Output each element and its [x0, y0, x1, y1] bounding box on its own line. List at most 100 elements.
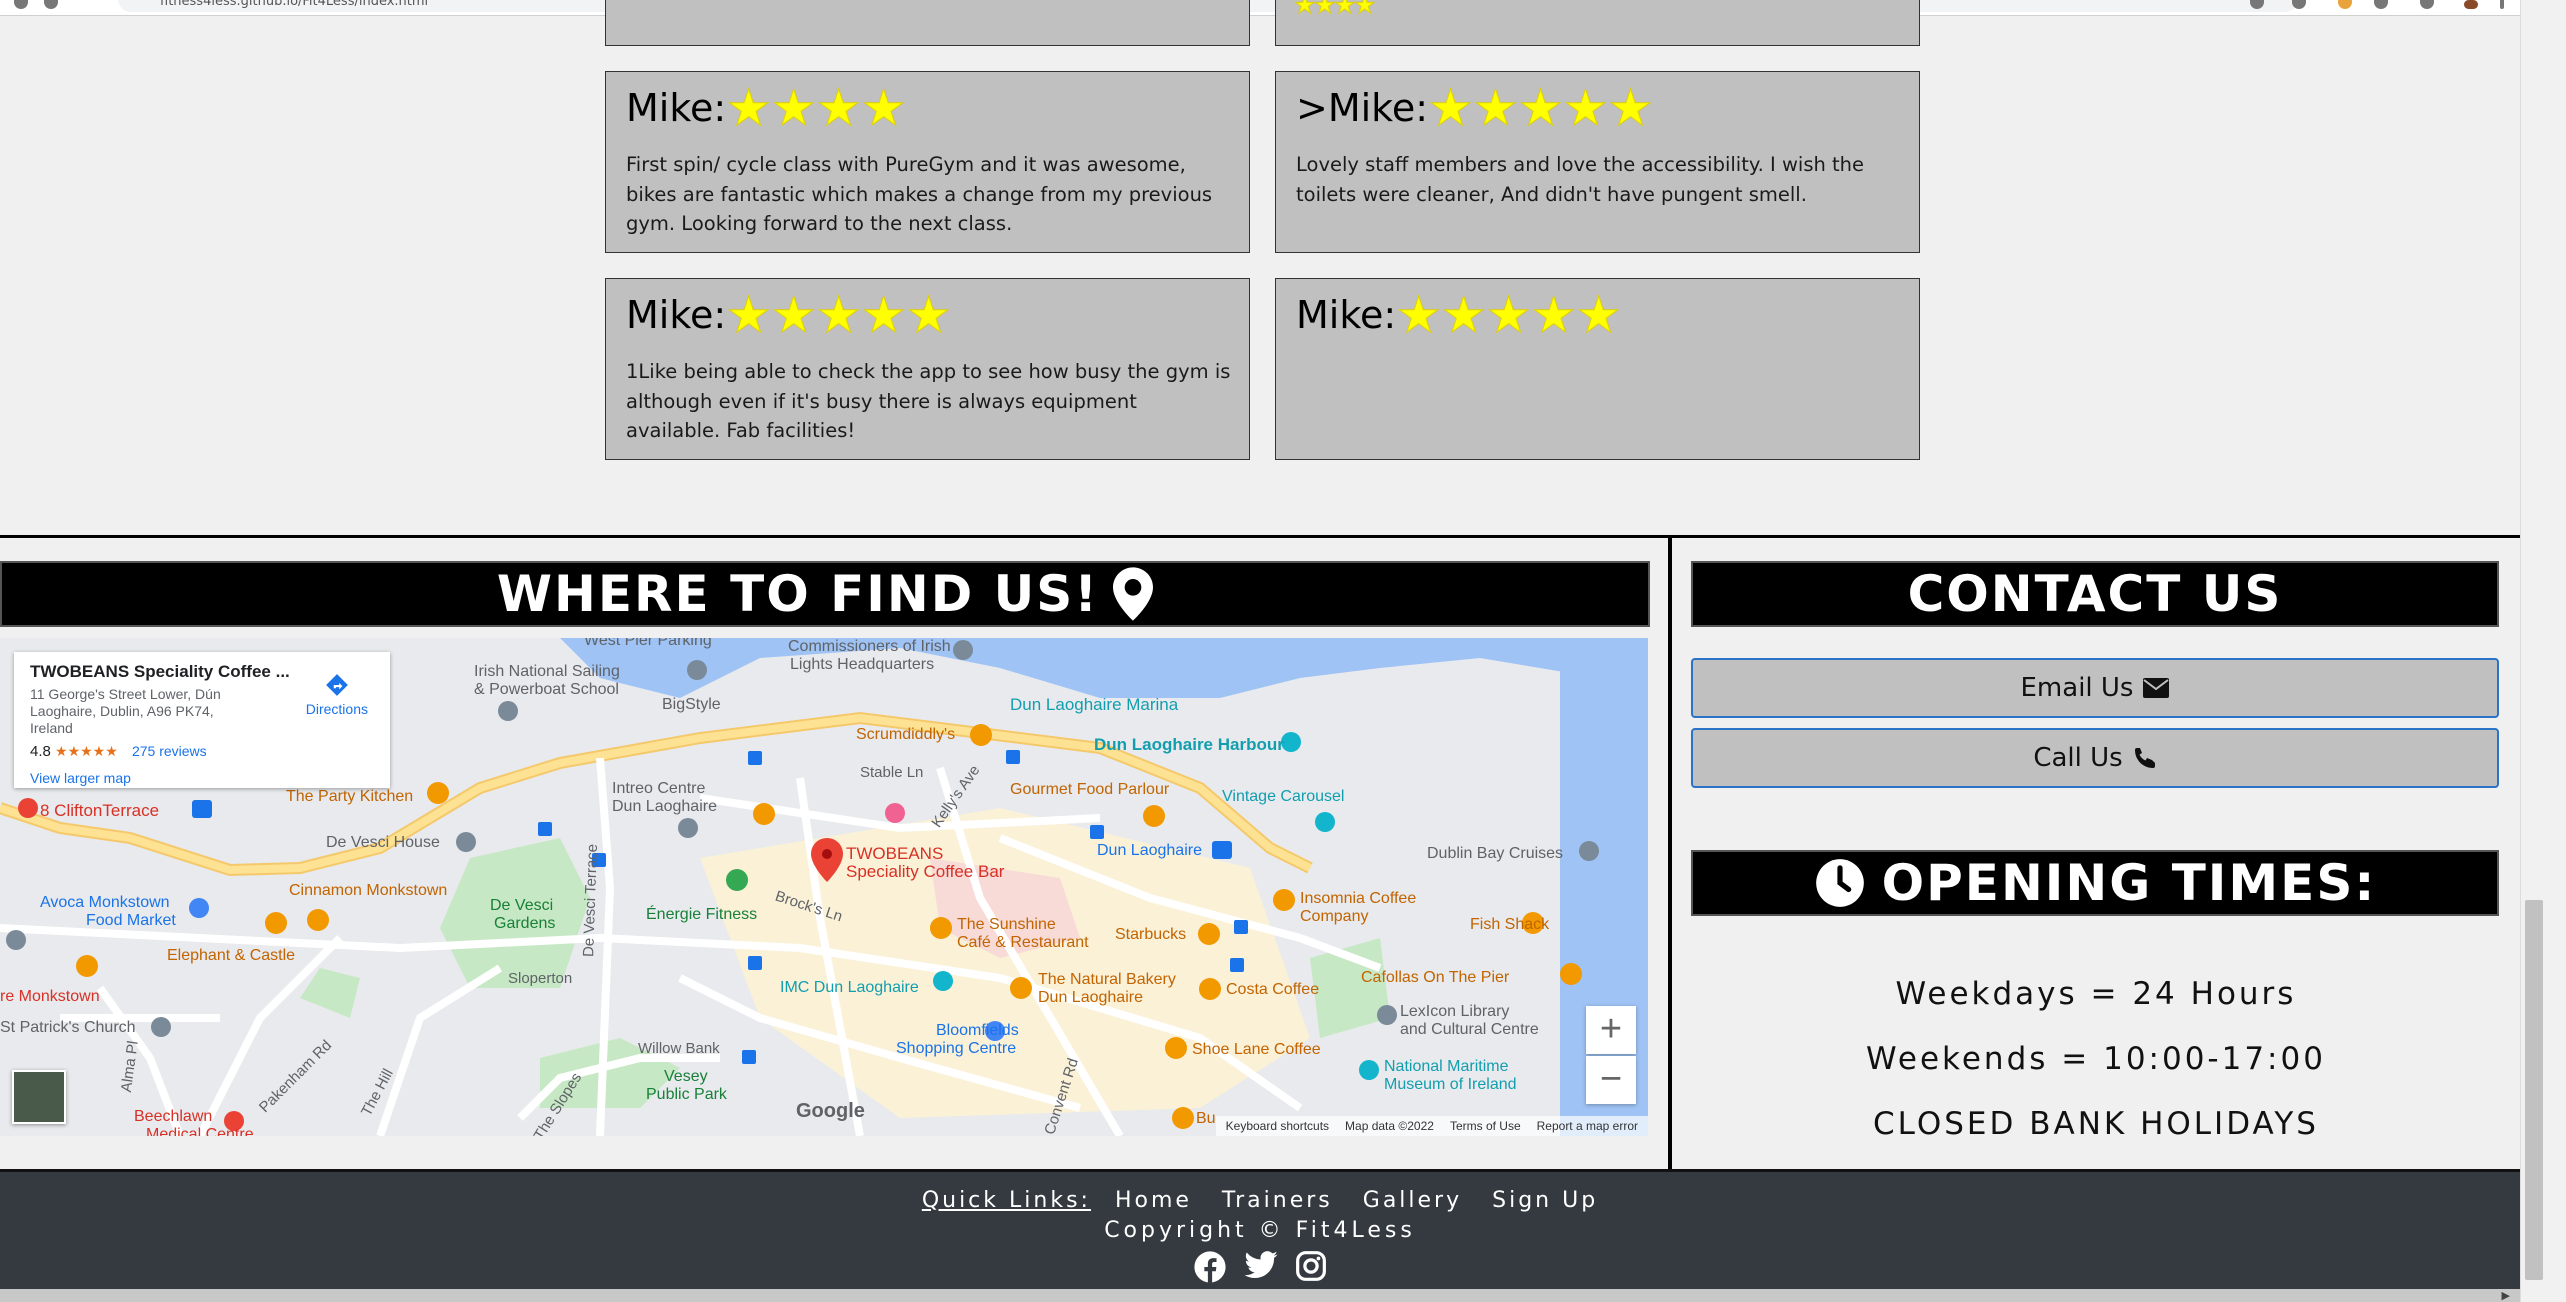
map-label: Starbucks: [1115, 926, 1187, 943]
extensions-puzzle-icon[interactable]: [2374, 0, 2388, 9]
star-icon: ★: [816, 285, 862, 344]
back-icon[interactable]: [14, 0, 28, 9]
map-label: & Powerboat School: [474, 681, 619, 698]
place-rating: 4.8 ★★★★★ 275 reviews: [30, 743, 374, 760]
review-card: Mike: ★ ★ ★ ★ ★: [1275, 278, 1920, 460]
pin-label: TWOBEANS: [846, 844, 944, 863]
map-label: Dun Laoghaire: [1097, 842, 1202, 859]
social-links: [0, 1250, 2520, 1284]
star-icon: ★: [1441, 285, 1487, 344]
copyright: Copyright © Fit4Less: [1104, 1218, 1416, 1243]
quick-links: Quick Links: Home Trainers Gallery Sign …: [0, 1188, 2520, 1213]
map-label: Scrumdiddly's: [856, 726, 956, 743]
scroll-right-icon[interactable]: ▶: [2502, 1289, 2510, 1302]
map-label: Insomnia Coffee: [1300, 890, 1417, 907]
bookmark-star-icon[interactable]: [2292, 0, 2306, 9]
map-label: Vintage Carousel: [1222, 788, 1345, 805]
report-error-link[interactable]: Report a map error: [1537, 1119, 1638, 1133]
call-us-button[interactable]: Call Us: [1691, 728, 2499, 788]
star-icon: ★: [771, 78, 817, 137]
menu-kebab-icon[interactable]: [2500, 0, 2504, 9]
review-stars: ★ ★ ★ ★ ★: [726, 285, 952, 344]
footer-link-gallery[interactable]: Gallery: [1363, 1188, 1462, 1213]
star-icon: ★: [1563, 78, 1609, 137]
contact-title: CONTACT US: [1907, 565, 2283, 623]
find-us-title: WHERE TO FIND US!: [496, 565, 1100, 623]
review-text: Lovely staff members and love the access…: [1296, 153, 1865, 206]
map-label: West Pier Parking: [584, 638, 712, 649]
footer-link-home[interactable]: Home: [1115, 1188, 1192, 1213]
opening-times-title: OPENING TIMES:: [1881, 854, 2377, 912]
extension-icon[interactable]: [2338, 0, 2352, 9]
directions-button[interactable]: Directions: [306, 672, 368, 717]
footer-link-trainers[interactable]: Trainers: [1222, 1188, 1333, 1213]
review-stars: ★ ★ ★ ★ ★: [1396, 285, 1622, 344]
map-label: Elephant & Castle: [167, 947, 296, 964]
weekdays-hours: Weekdays = 24 Hours: [1895, 976, 2297, 1012]
view-larger-map-link[interactable]: View larger map: [30, 770, 374, 786]
contact-heading: CONTACT US: [1691, 561, 2499, 627]
star-icon: ★: [1518, 78, 1564, 137]
map-label: Medical Centre: [146, 1126, 254, 1136]
review-card: ★ ★ ★ ★: [1275, 0, 1920, 46]
map-label: Gardens: [494, 915, 556, 932]
terms-link[interactable]: Terms of Use: [1450, 1119, 1521, 1133]
reload-icon[interactable]: [44, 0, 58, 9]
envelope-icon: [2143, 678, 2170, 698]
map-label: LexIcon Library: [1400, 1003, 1510, 1020]
vertical-scrollbar[interactable]: [2520, 0, 2566, 1302]
map-label: Stable Ln: [860, 764, 924, 781]
star-icon: ★: [1531, 285, 1577, 344]
call-us-label: Call Us: [2033, 743, 2123, 773]
place-info-card: TWOBEANS Speciality Coffee ... 11 George…: [14, 652, 390, 788]
reviewer-name: Mike:: [1296, 293, 1397, 337]
quick-links-label: Quick Links:: [921, 1188, 1091, 1213]
phone-icon: [2134, 748, 2155, 768]
map-label: Irish National Sailing: [474, 663, 620, 680]
map-label: Avoca Monkstown: [40, 894, 170, 911]
twitter-icon[interactable]: [1243, 1250, 1279, 1282]
reviewer-name: Mike:: [626, 86, 727, 130]
url-text: fitness4less.github.io/Fit4Less/index.ht…: [160, 0, 429, 9]
review-stars: ★ ★ ★ ★ ★: [1428, 78, 1654, 137]
map-label: Dun Laoghaire: [612, 798, 717, 815]
map-label: re Monkstown: [0, 988, 100, 1005]
zoom-in-button[interactable]: +: [1586, 1006, 1636, 1054]
google-map[interactable]: West Pier Parking Commissioners of Irish…: [0, 638, 1648, 1136]
star-icon: ★: [1608, 78, 1654, 137]
map-label: Lights Headquarters: [790, 656, 935, 673]
map-label: Company: [1300, 908, 1369, 925]
pin-label: Speciality Coffee Bar: [846, 862, 1005, 881]
map-label: Public Park: [646, 1086, 727, 1103]
reviews-link[interactable]: 275 reviews: [132, 743, 207, 759]
review-text: 1Like being able to check the app to see…: [626, 360, 1231, 442]
keyboard-shortcuts-link[interactable]: Keyboard shortcuts: [1226, 1119, 1329, 1133]
bank-holidays-note: CLOSED BANK HOLIDAYS: [1873, 1106, 2319, 1142]
star-icon: ★: [1294, 0, 1317, 19]
clock-icon: [1815, 859, 1864, 907]
instagram-icon[interactable]: [1295, 1250, 1327, 1282]
map-label: Dublin Bay Cruises: [1427, 845, 1564, 862]
star-icon: ★: [1486, 285, 1532, 344]
reviewer-name: >Mike:: [1296, 86, 1429, 130]
facebook-icon[interactable]: [1193, 1250, 1227, 1284]
directions-label: Directions: [305, 701, 368, 717]
footer-link-sign-up[interactable]: Sign Up: [1492, 1188, 1598, 1213]
review-card: [605, 0, 1250, 46]
tab-search-icon[interactable]: [2420, 0, 2434, 9]
map-label: BigStyle: [662, 696, 721, 713]
map-label: Intreo Centre: [612, 780, 706, 797]
email-us-button[interactable]: Email Us: [1691, 658, 2499, 718]
map-label: The Natural Bakery: [1038, 971, 1176, 988]
horizontal-scrollbar[interactable]: ▶: [0, 1289, 2520, 1302]
profile-avatar[interactable]: [2464, 0, 2478, 9]
map-label: Willow Bank: [638, 1040, 720, 1057]
review-card: Mike: ★ ★ ★ ★ ★ 1Like being able to chec…: [605, 278, 1250, 460]
map-label: Vesey: [664, 1068, 708, 1085]
satellite-toggle-button[interactable]: [12, 1070, 66, 1124]
scrollbar-thumb[interactable]: [2525, 900, 2543, 1280]
map-label: Dun Laoghaire: [1038, 989, 1143, 1006]
map-label: 8 CliftonTerrace: [40, 801, 160, 820]
zoom-out-button[interactable]: −: [1586, 1056, 1636, 1104]
map-label: Gourmet Food Parlour: [1010, 781, 1170, 798]
